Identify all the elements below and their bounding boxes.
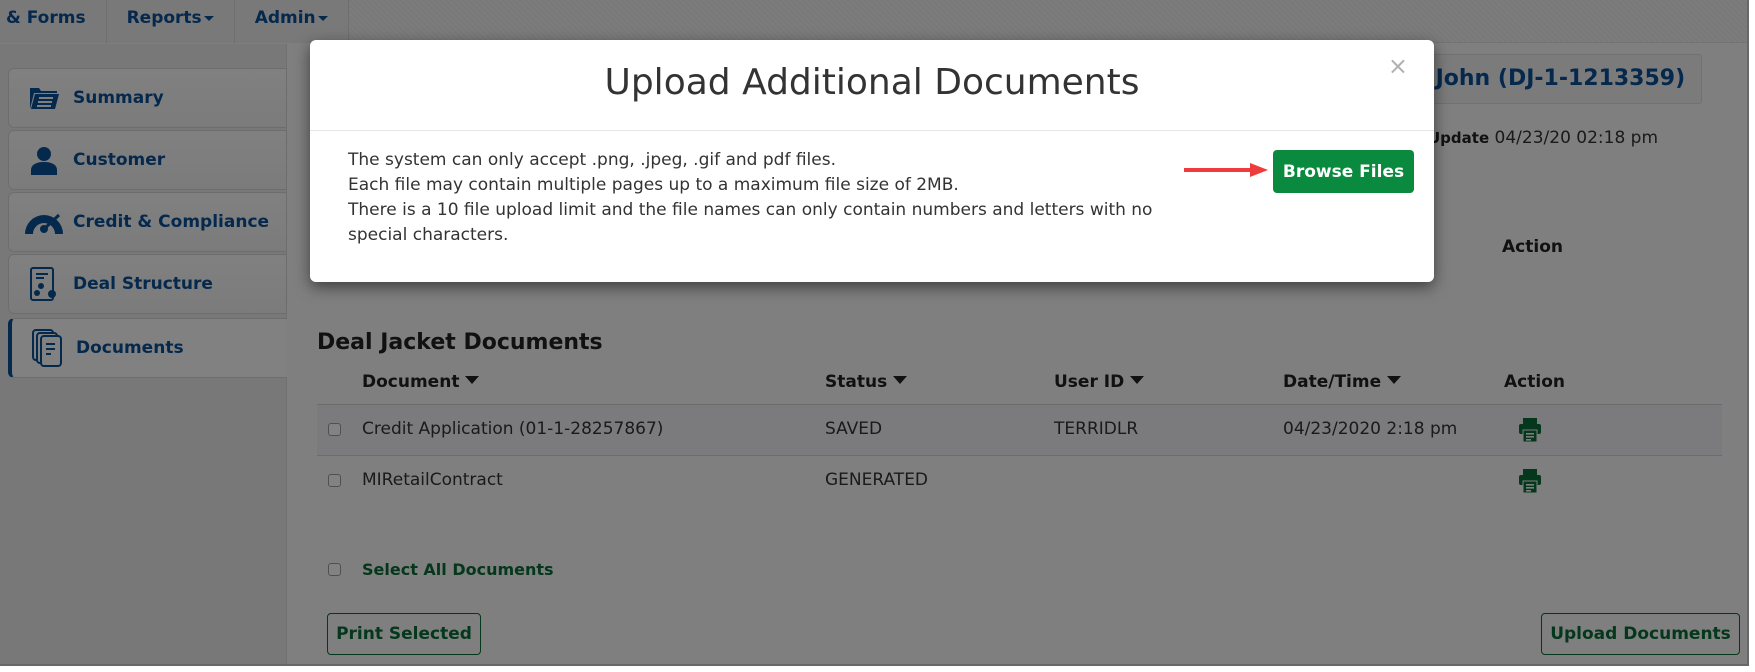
modal-title: Upload Additional Documents <box>604 62 1140 103</box>
modal-body: The system can only accept .png, .jpeg, … <box>310 131 1434 281</box>
upload-instructions: The system can only accept .png, .jpeg, … <box>348 148 1188 248</box>
annotation-arrow-icon <box>1184 163 1268 177</box>
close-icon[interactable]: × <box>1388 54 1408 78</box>
instruction-line: Each file may contain multiple pages up … <box>348 175 959 195</box>
instruction-line: The system can only accept .png, .jpeg, … <box>348 150 836 170</box>
upload-documents-modal: Upload Additional Documents × The system… <box>310 40 1434 282</box>
modal-header: Upload Additional Documents × <box>310 40 1434 131</box>
instruction-line: There is a 10 file upload limit and the … <box>348 200 1153 245</box>
browse-files-button[interactable]: Browse Files <box>1273 150 1414 193</box>
